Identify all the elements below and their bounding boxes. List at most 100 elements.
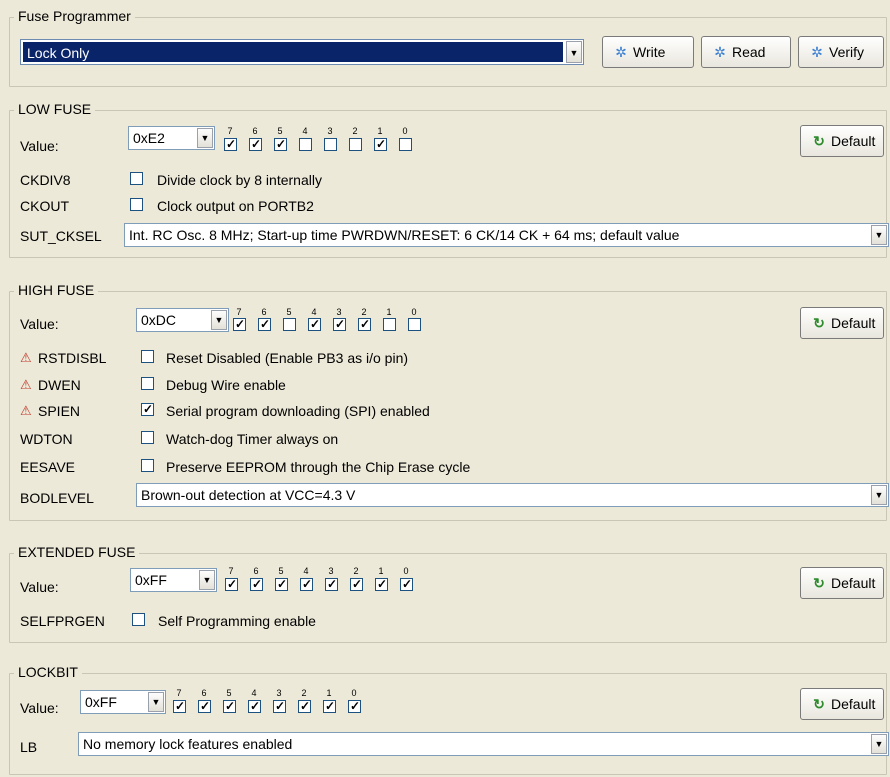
chevron-down-icon[interactable]: ▼: [211, 310, 227, 330]
sparkle-icon: ✲: [714, 44, 726, 60]
lockbit-bit-checkbox[interactable]: ✓: [298, 699, 311, 713]
default-label: Default: [831, 133, 876, 149]
write-button[interactable]: ✲ Write: [602, 36, 694, 68]
extended-fuse-default-button[interactable]: ↻ Default: [800, 567, 884, 599]
lb-label: LB: [20, 739, 38, 755]
high-fuse-default-button[interactable]: ↻ Default: [800, 307, 884, 339]
extended-fuse-bit-checkbox[interactable]: ✓: [225, 577, 238, 591]
high-fuse-bit-label: 1: [386, 307, 392, 317]
read-button[interactable]: ✲ Read: [701, 36, 791, 68]
programmer-mode-value: Lock Only: [27, 45, 90, 61]
lockbit-bit-checkbox[interactable]: ✓: [198, 699, 211, 713]
low-fuse-bit-label: 3: [327, 126, 333, 136]
high-fuse-bit-check-mark: ✓: [234, 317, 246, 331]
extended-fuse-bit-checkbox[interactable]: ✓: [350, 577, 363, 591]
lockbit-bit-checkbox[interactable]: ✓: [273, 699, 286, 713]
extended-fuse-bit-checkbox[interactable]: ✓: [250, 577, 263, 591]
low-fuse-bit-label: 7: [227, 126, 233, 136]
low-fuse-title: LOW FUSE: [14, 101, 96, 117]
dwen-description: Debug Wire enable: [166, 377, 286, 393]
lockbit-bit-checkbox[interactable]: ✓: [323, 699, 336, 713]
eesave-checkbox[interactable]: [141, 459, 154, 472]
high-fuse-bit-checkbox[interactable]: [283, 318, 296, 331]
lockbit-bit-label: 4: [251, 688, 257, 698]
extended-fuse-bit-checkbox[interactable]: ✓: [325, 577, 338, 591]
spien-check-mark: ✓: [142, 402, 154, 416]
selfprgen-checkbox[interactable]: [132, 613, 145, 626]
high-fuse-bit-check-mark: ✓: [359, 317, 371, 331]
extended-fuse-value: 0xFF: [135, 572, 167, 588]
lockbit-default-button[interactable]: ↻ Default: [800, 688, 884, 720]
chevron-down-icon[interactable]: ▼: [871, 734, 887, 754]
low-fuse-bit-check-mark: ✓: [275, 137, 287, 151]
lockbit-bit-checkbox[interactable]: ✓: [248, 699, 261, 713]
ckout-checkbox[interactable]: [130, 198, 143, 211]
default-label: Default: [831, 575, 876, 591]
high-fuse-bit-checkbox[interactable]: ✓: [308, 317, 321, 331]
chevron-down-icon[interactable]: ▼: [197, 128, 213, 148]
low-fuse-bit-checkbox[interactable]: [399, 138, 412, 151]
verify-label: Verify: [829, 44, 865, 60]
low-fuse-bit-checkbox[interactable]: [349, 138, 362, 151]
chevron-down-icon[interactable]: ▼: [871, 225, 887, 245]
lockbit-bit-checkbox[interactable]: ✓: [173, 699, 186, 713]
ckdiv8-checkbox[interactable]: [130, 172, 143, 185]
lockbit-bit-label: 3: [276, 688, 282, 698]
lb-select[interactable]: No memory lock features enabled ▼: [78, 732, 889, 756]
dwen-label: DWEN: [38, 377, 81, 393]
extended-fuse-bit-label: 5: [278, 566, 284, 576]
programmer-mode-select[interactable]: Lock Only ▼: [20, 39, 584, 65]
chevron-down-icon[interactable]: ▼: [566, 41, 582, 63]
bodlevel-select[interactable]: Brown-out detection at VCC=4.3 V ▼: [136, 483, 889, 507]
ckdiv8-description: Divide clock by 8 internally: [157, 172, 322, 188]
high-fuse-value-select[interactable]: 0xDC ▼: [136, 308, 229, 332]
high-fuse-bit-checkbox[interactable]: [408, 318, 421, 331]
extended-fuse-bit-label: 1: [378, 566, 384, 576]
verify-button[interactable]: ✲ Verify: [798, 36, 884, 68]
high-fuse-bit-checkbox[interactable]: [383, 318, 396, 331]
chevron-down-icon[interactable]: ▼: [199, 570, 215, 590]
low-fuse-bit-checkbox[interactable]: [324, 138, 337, 151]
wdton-checkbox[interactable]: [141, 431, 154, 444]
high-fuse-bit-checkbox[interactable]: ✓: [358, 317, 371, 331]
lockbit-bit-checkbox[interactable]: ✓: [348, 699, 361, 713]
low-fuse-value-label: Value:: [20, 138, 59, 154]
low-fuse-value-select[interactable]: 0xE2 ▼: [128, 126, 215, 150]
extended-fuse-value-select[interactable]: 0xFF ▼: [130, 568, 217, 592]
high-fuse-bit-checkbox[interactable]: ✓: [233, 317, 246, 331]
lockbit-bit-check-mark: ✓: [299, 699, 311, 713]
rstdisbl-label: RSTDISBL: [38, 350, 107, 366]
fuse-programmer-window: { "programmer": { "title": "Fuse Program…: [0, 0, 890, 777]
chevron-down-icon[interactable]: ▼: [871, 485, 887, 505]
low-fuse-bit-checkbox[interactable]: ✓: [249, 137, 262, 151]
lockbit-bit-label: 1: [326, 688, 332, 698]
sut-cksel-value: Int. RC Osc. 8 MHz; Start-up time PWRDWN…: [129, 227, 680, 243]
lockbit-bit-check-mark: ✓: [274, 699, 286, 713]
high-fuse-bit-checkbox[interactable]: ✓: [333, 317, 346, 331]
extended-fuse-bit-checkbox[interactable]: ✓: [375, 577, 388, 591]
lockbit-bit-check-mark: ✓: [174, 699, 186, 713]
extended-fuse-bit-checkbox[interactable]: ✓: [400, 577, 413, 591]
extended-fuse-bit-check-mark: ✓: [276, 577, 288, 591]
rstdisbl-checkbox[interactable]: [141, 350, 154, 363]
lockbit-bit-checkbox[interactable]: ✓: [223, 699, 236, 713]
dwen-checkbox[interactable]: [141, 377, 154, 390]
warning-icon: ⚠: [20, 403, 32, 418]
spien-checkbox[interactable]: ✓: [141, 402, 154, 416]
lockbit-value-select[interactable]: 0xFF ▼: [80, 690, 166, 714]
extended-fuse-bit-checkbox[interactable]: ✓: [275, 577, 288, 591]
chevron-down-icon[interactable]: ▼: [148, 692, 164, 712]
sut-cksel-select[interactable]: Int. RC Osc. 8 MHz; Start-up time PWRDWN…: [124, 223, 889, 247]
low-fuse-bit-checkbox[interactable]: ✓: [224, 137, 237, 151]
low-fuse-bit-checkbox[interactable]: [299, 138, 312, 151]
high-fuse-bit-checkbox[interactable]: ✓: [258, 317, 271, 331]
low-fuse-default-button[interactable]: ↻ Default: [800, 125, 884, 157]
selfprgen-label: SELFPRGEN: [20, 613, 105, 629]
extended-fuse-bit-checkbox[interactable]: ✓: [300, 577, 313, 591]
lockbit-bit-check-mark: ✓: [349, 699, 361, 713]
sut-cksel-label: SUT_CKSEL: [20, 228, 102, 244]
eesave-description: Preserve EEPROM through the Chip Erase c…: [166, 459, 471, 475]
extended-fuse-bit-check-mark: ✓: [226, 577, 238, 591]
low-fuse-bit-checkbox[interactable]: ✓: [374, 137, 387, 151]
low-fuse-bit-checkbox[interactable]: ✓: [274, 137, 287, 151]
